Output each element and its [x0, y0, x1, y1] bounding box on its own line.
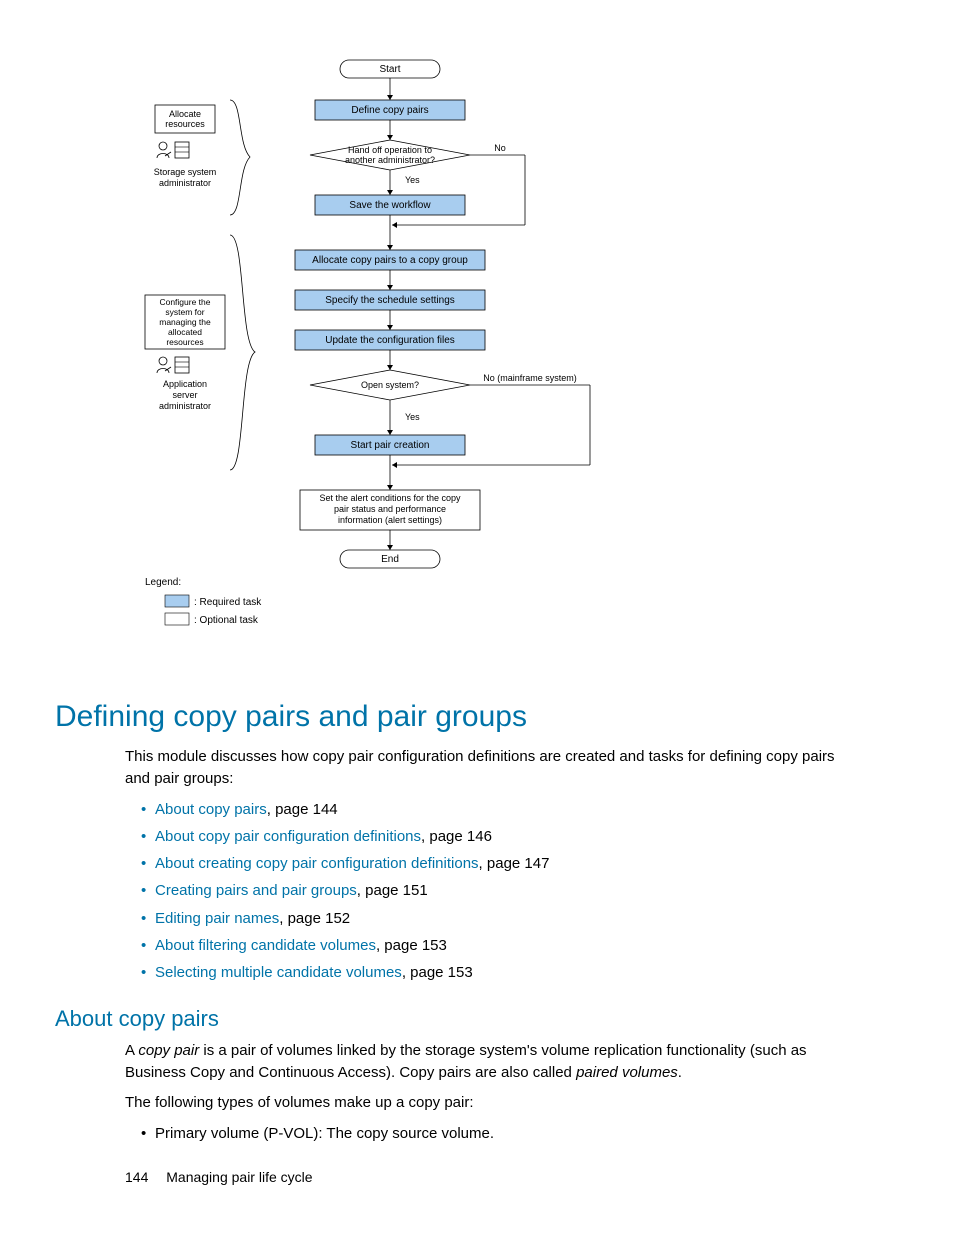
- link-about-copy-pairs[interactable]: About copy pairs: [155, 801, 267, 818]
- page-number: 144: [125, 1169, 148, 1185]
- node-schedule: Specify the schedule settings: [325, 295, 455, 306]
- label-handoff-no: No: [494, 143, 506, 153]
- list-item: Primary volume (P-VOL): The copy source …: [141, 1122, 849, 1145]
- role1-l1: Allocate: [169, 109, 201, 119]
- link-about-creating-config-defs[interactable]: About creating copy pair configuration d…: [155, 855, 479, 872]
- topic-links-list: About copy pairs, page 144 About copy pa…: [125, 798, 849, 985]
- node-define: Define copy pairs: [351, 105, 428, 116]
- role1-cap-l2: administrator: [159, 178, 211, 188]
- legend-required: : Required task: [194, 597, 262, 608]
- link-editing-pair-names[interactable]: Editing pair names: [155, 910, 279, 927]
- link-suffix: , page 153: [402, 964, 473, 981]
- link-suffix: , page 146: [421, 828, 492, 845]
- node-alert-l2: pair status and performance: [334, 504, 446, 514]
- section-heading: Defining copy pairs and pair groups: [55, 700, 894, 734]
- role2-l3: managing the: [159, 317, 211, 327]
- node-startpair: Start pair creation: [351, 440, 430, 451]
- volume-types-list: Primary volume (P-VOL): The copy source …: [125, 1122, 849, 1145]
- link-about-config-defs[interactable]: About copy pair configuration definition…: [155, 828, 421, 845]
- node-alert-l3: information (alert settings): [338, 515, 442, 525]
- link-selecting-candidates[interactable]: Selecting multiple candidate volumes: [155, 964, 402, 981]
- link-filtering-candidates[interactable]: About filtering candidate volumes: [155, 937, 376, 954]
- node-update: Update the configuration files: [325, 335, 455, 346]
- link-suffix: , page 144: [267, 801, 338, 818]
- about-copy-pairs-para1: A copy pair is a pair of volumes linked …: [125, 1040, 849, 1084]
- node-handoff-l1: Hand off operation to: [348, 145, 432, 155]
- subsection-heading: About copy pairs: [55, 1006, 894, 1032]
- legend-title: Legend:: [145, 577, 181, 588]
- link-creating-pairs[interactable]: Creating pairs and pair groups: [155, 882, 357, 899]
- label-open-no: No (mainframe system): [483, 373, 577, 383]
- role1-l2: resources: [165, 119, 205, 129]
- label-open-yes: Yes: [405, 412, 420, 422]
- node-start: Start: [379, 64, 400, 75]
- page-footer: 144 Managing pair life cycle: [125, 1169, 313, 1185]
- label-handoff-yes: Yes: [405, 175, 420, 185]
- footer-chapter-title: Managing pair life cycle: [166, 1169, 312, 1185]
- link-suffix: , page 151: [357, 882, 428, 899]
- legend-optional: : Optional task: [194, 615, 259, 626]
- link-suffix: , page 152: [279, 910, 350, 927]
- role1-cap-l1: Storage system: [154, 167, 217, 177]
- about-copy-pairs-para2: The following types of volumes make up a…: [125, 1092, 849, 1114]
- intro-paragraph: This module discusses how copy pair conf…: [125, 746, 849, 790]
- role2-cap-l1: Application: [163, 379, 207, 389]
- link-suffix: , page 147: [479, 855, 550, 872]
- role2-l4: allocated: [168, 327, 202, 337]
- role2-cap-l3: administrator: [159, 401, 211, 411]
- role2-l2: system for: [165, 307, 204, 317]
- node-alert-l1: Set the alert conditions for the copy: [319, 493, 461, 503]
- node-end: End: [381, 554, 399, 565]
- node-open: Open system?: [361, 380, 419, 390]
- role2-cap-l2: server: [172, 390, 197, 400]
- role2-l5: resources: [166, 337, 203, 347]
- node-save: Save the workflow: [349, 200, 431, 211]
- link-suffix: , page 153: [376, 937, 447, 954]
- flowchart-diagram: Start Define copy pairs Hand off operati…: [130, 55, 670, 670]
- node-allocate: Allocate copy pairs to a copy group: [312, 255, 468, 266]
- node-handoff-l2: another administrator?: [345, 155, 435, 165]
- role2-l1: Configure the: [159, 297, 210, 307]
